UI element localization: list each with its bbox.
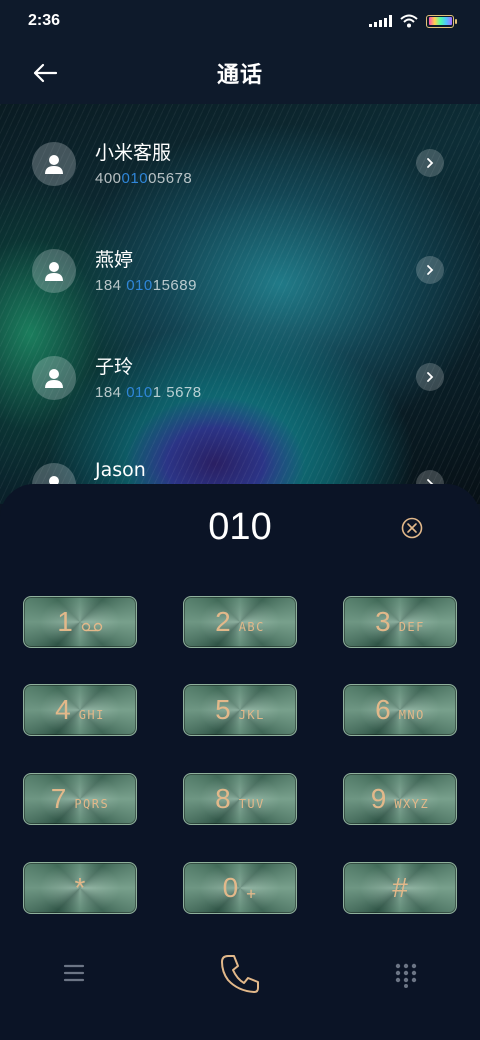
menu-icon[interactable] (62, 962, 86, 984)
key-digit: 3 (375, 606, 391, 637)
chevron-right-icon[interactable] (416, 256, 444, 284)
keypad-icon[interactable] (394, 962, 418, 988)
chevron-right-icon[interactable] (416, 363, 444, 391)
contact-number: 184 01015689 (95, 277, 197, 294)
battery-icon (426, 14, 457, 28)
status-icons (369, 14, 457, 28)
signal-icon (369, 15, 392, 27)
key-digit: 1 (57, 606, 73, 637)
key-digit: 5 (215, 694, 231, 725)
key-digit: 8 (215, 783, 231, 814)
contact-list[interactable]: 小米客服 40001005678 燕婷 184 01015689 子玲 184 … (0, 104, 480, 504)
contact-name: 小米客服 (95, 142, 172, 164)
key-6[interactable]: 6 MNO (343, 684, 457, 736)
status-bar: 2:36 (0, 0, 480, 42)
key-digit: 9 (370, 783, 387, 814)
key-digit: # (392, 872, 408, 903)
key-3[interactable]: 3 DEF (343, 596, 457, 648)
key-letters: WXYZ (394, 797, 430, 811)
key-4[interactable]: 4 GHI (23, 684, 137, 736)
key-letters: ABC (238, 620, 265, 634)
key-letters: PQRS (74, 797, 110, 811)
chevron-right-icon[interactable] (416, 149, 444, 177)
contact-name: Jason (95, 459, 146, 481)
key-letters: TUV (238, 797, 265, 811)
key-letters: MNO (398, 708, 425, 722)
key-digit: * (74, 872, 86, 903)
key-digit: 0 (222, 872, 239, 903)
key-letters: DEF (398, 620, 425, 634)
key-digit: 4 (55, 694, 71, 725)
key-0[interactable]: 0 + (183, 862, 297, 914)
key-8[interactable]: 8 TUV (183, 773, 297, 825)
contact-row[interactable]: 子玲 184 0101 5678 (0, 324, 480, 420)
key-1[interactable]: 1 (23, 596, 137, 648)
person-icon (45, 369, 63, 388)
key-5[interactable]: 5 JKL (183, 684, 297, 736)
wifi-icon (400, 14, 418, 28)
avatar (32, 249, 76, 293)
back-arrow-icon[interactable] (30, 58, 60, 88)
person-icon (45, 155, 63, 174)
key-hash[interactable]: # (343, 862, 457, 914)
key-9[interactable]: 9 WXYZ (343, 773, 457, 825)
key-letters: GHI (78, 708, 105, 722)
key-letters: JKL (238, 708, 265, 722)
status-time: 2:36 (28, 12, 61, 29)
contact-row[interactable]: 燕婷 184 01015689 (0, 217, 480, 313)
phone-icon[interactable] (214, 948, 266, 1000)
contact-number: 184 0101 5678 (95, 384, 202, 401)
clear-icon[interactable] (400, 516, 424, 540)
key-letters: + (246, 883, 258, 903)
key-2[interactable]: 2 ABC (183, 596, 297, 648)
key-star[interactable]: * (23, 862, 137, 914)
person-icon (45, 262, 63, 281)
bottom-bar (0, 940, 480, 1010)
avatar (32, 142, 76, 186)
key-digit: 6 (375, 694, 391, 725)
voicemail-icon (81, 622, 103, 634)
key-7[interactable]: 7 PQRS (23, 773, 137, 825)
contact-name: 子玲 (95, 356, 134, 378)
avatar (32, 356, 76, 400)
page-title: 通话 (216, 63, 263, 88)
contact-row[interactable]: 小米客服 40001005678 (0, 110, 480, 206)
contact-number: 40001005678 (95, 170, 193, 187)
key-digit: 7 (50, 783, 67, 814)
key-digit: 2 (215, 606, 231, 637)
contact-name: 燕婷 (95, 249, 134, 271)
header: 通话 (0, 42, 480, 104)
